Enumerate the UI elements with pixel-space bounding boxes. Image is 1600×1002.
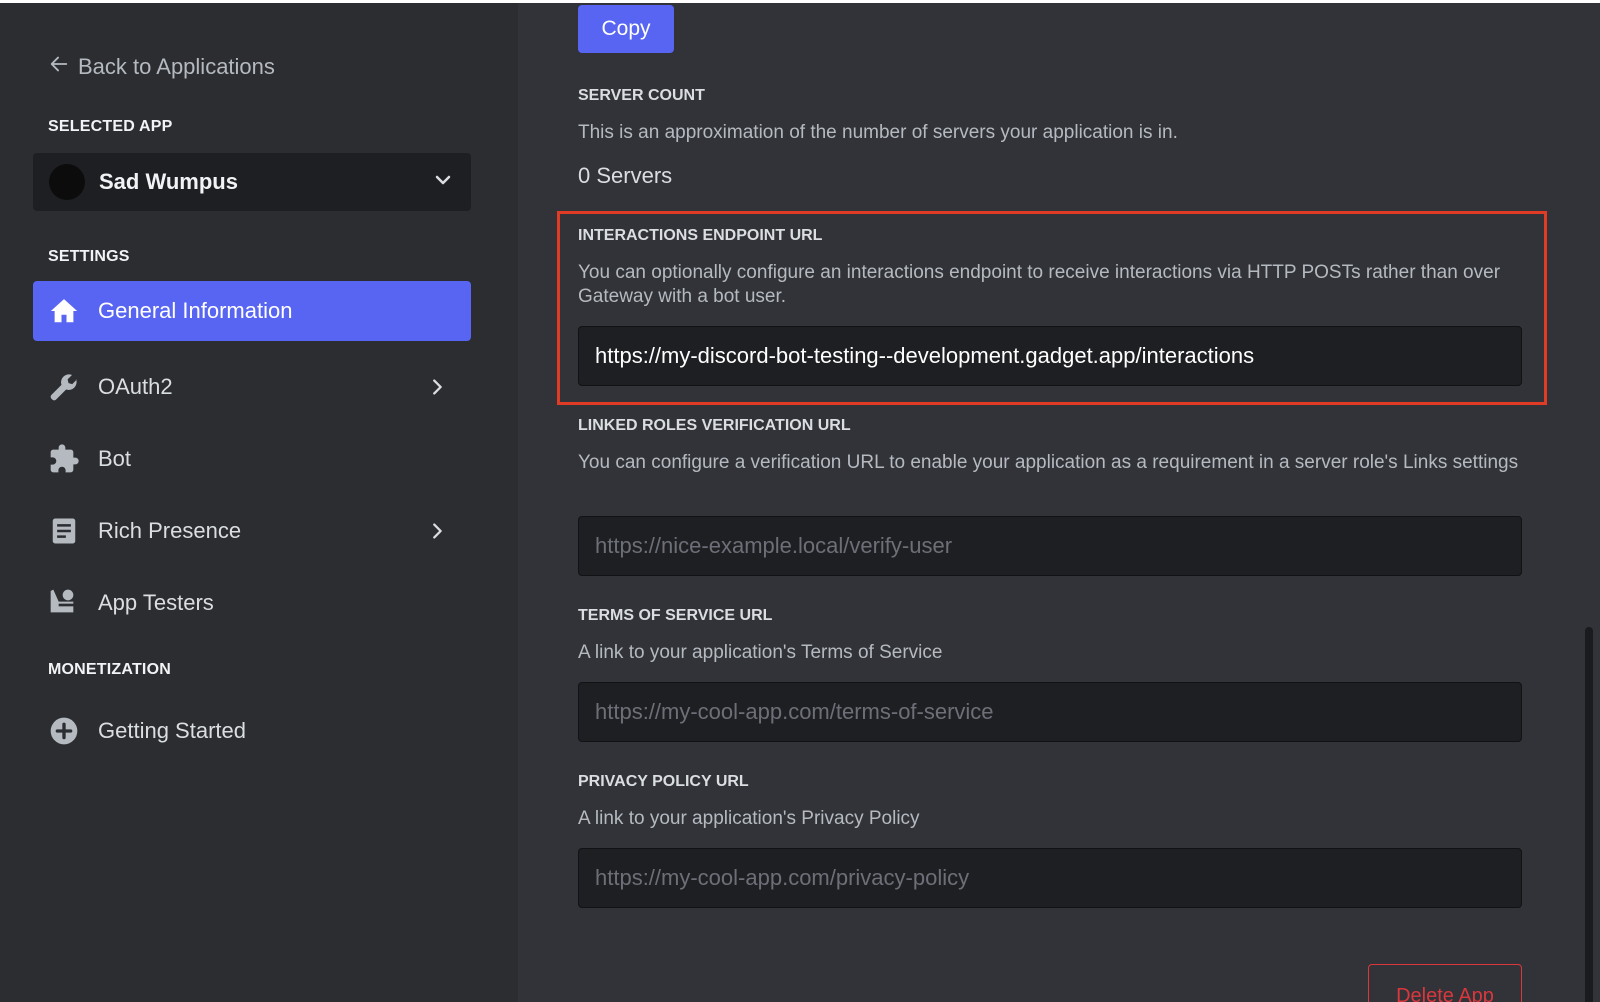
server-count-description: This is an approximation of the number o… bbox=[578, 122, 1178, 143]
sidebar-item-label: Bot bbox=[98, 446, 132, 471]
interactions-endpoint-input[interactable]: https://my-discord-bot-testing--developm… bbox=[578, 326, 1522, 386]
server-count-label: SERVER COUNT bbox=[578, 87, 705, 104]
scrollbar[interactable] bbox=[1585, 627, 1593, 1002]
privacy-policy-input[interactable]: https://my-cool-app.com/privacy-policy bbox=[578, 848, 1522, 908]
sidebar-item-bot[interactable]: Bot bbox=[33, 429, 471, 489]
terms-of-service-description: A link to your application's Terms of Se… bbox=[578, 642, 943, 663]
app-name: Sad Wumpus bbox=[99, 169, 238, 194]
chevron-right-icon bbox=[425, 519, 449, 543]
terms-of-service-label: TERMS OF SERVICE URL bbox=[578, 607, 773, 624]
linked-roles-description: You can configure a verification URL to … bbox=[578, 452, 1519, 473]
back-to-applications-link[interactable]: Back to Applications bbox=[48, 51, 275, 83]
terms-of-service-input[interactable]: https://my-cool-app.com/terms-of-service bbox=[578, 682, 1522, 742]
sidebar-item-general-information[interactable]: General Information bbox=[33, 281, 471, 341]
document-icon bbox=[46, 513, 82, 549]
privacy-policy-label: PRIVACY POLICY URL bbox=[578, 773, 749, 790]
sidebar-item-rich-presence[interactable]: Rich Presence bbox=[33, 501, 471, 561]
sidebar-item-app-testers[interactable]: App Testers bbox=[33, 573, 471, 633]
back-label: Back to Applications bbox=[78, 54, 275, 79]
interactions-endpoint-description: You can optionally configure an interact… bbox=[578, 262, 1501, 307]
interactions-endpoint-label: INTERACTIONS ENDPOINT URL bbox=[578, 227, 823, 244]
sidebar-item-oauth2[interactable]: OAuth2 bbox=[33, 357, 471, 417]
app-selector[interactable]: Sad Wumpus bbox=[33, 153, 471, 211]
sidebar: Back to Applications SELECTED APP Sad Wu… bbox=[0, 3, 518, 1002]
plus-circle-icon bbox=[46, 713, 82, 749]
arrow-left-icon bbox=[48, 53, 70, 81]
sidebar-item-label: OAuth2 bbox=[98, 374, 173, 399]
server-count-value: 0 Servers bbox=[578, 163, 673, 188]
selected-app-heading: SELECTED APP bbox=[48, 118, 173, 135]
wrench-icon bbox=[46, 369, 82, 405]
window-frame: Back to Applications SELECTED APP Sad Wu… bbox=[0, 3, 1600, 1002]
sidebar-item-label: Getting Started bbox=[98, 718, 246, 743]
settings-heading: SETTINGS bbox=[48, 248, 130, 265]
monetization-heading: MONETIZATION bbox=[48, 661, 171, 678]
person-icon bbox=[46, 585, 82, 621]
linked-roles-label: LINKED ROLES VERIFICATION URL bbox=[578, 417, 851, 434]
home-icon bbox=[46, 293, 82, 329]
chevron-down-icon bbox=[431, 168, 455, 197]
sidebar-item-getting-started[interactable]: Getting Started bbox=[33, 701, 471, 761]
linked-roles-input[interactable]: https://nice-example.local/verify-user bbox=[578, 516, 1522, 576]
delete-app-button[interactable]: Delete App bbox=[1368, 964, 1522, 1002]
app-avatar bbox=[49, 164, 85, 200]
copy-button[interactable]: Copy bbox=[578, 5, 674, 53]
puzzle-piece-icon bbox=[46, 441, 82, 477]
sidebar-item-label: Rich Presence bbox=[98, 518, 242, 543]
sidebar-item-label: General Information bbox=[98, 298, 293, 323]
sidebar-item-label: App Testers bbox=[98, 590, 214, 615]
privacy-policy-description: A link to your application's Privacy Pol… bbox=[578, 808, 920, 829]
chevron-right-icon bbox=[425, 375, 449, 399]
